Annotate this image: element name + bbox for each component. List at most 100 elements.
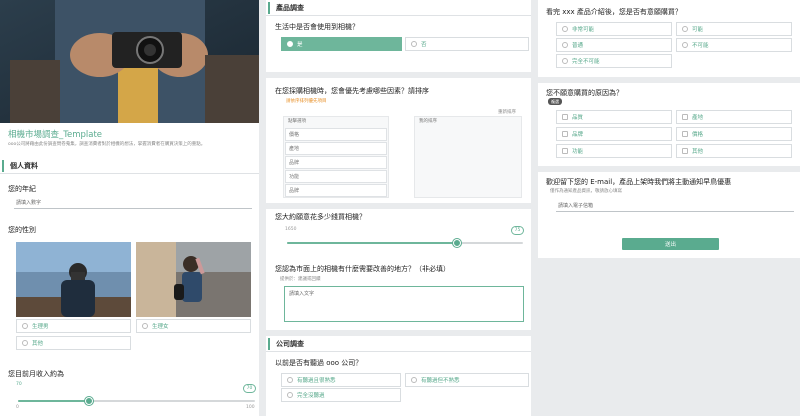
option-label: 普通 bbox=[572, 43, 584, 49]
form-panel-1: 相機市場調查_Template ooo公司將藉由此份調查問卷蒐集，調查消費者對於… bbox=[0, 0, 259, 416]
option-label: 功能 bbox=[572, 149, 584, 155]
male-photo bbox=[16, 242, 131, 317]
form-title: 相機市場調查_Template bbox=[8, 130, 103, 140]
intent-option[interactable]: 不可能 bbox=[676, 38, 792, 52]
radio-icon bbox=[682, 26, 688, 32]
budget-slider[interactable] bbox=[287, 239, 523, 247]
improve-textarea[interactable]: 請填入文字 bbox=[284, 286, 524, 322]
reason-option[interactable]: 品質 bbox=[556, 110, 672, 124]
gender-option-other[interactable]: 其他 bbox=[16, 336, 131, 350]
option-label: 可能 bbox=[692, 27, 704, 33]
radio-icon bbox=[411, 377, 417, 383]
use-camera-no[interactable]: 否 bbox=[405, 37, 529, 51]
reason-option[interactable]: 價格 bbox=[676, 127, 792, 141]
intent-option[interactable]: 普通 bbox=[556, 38, 672, 52]
rank-item-label: 品牌 bbox=[289, 188, 300, 194]
option-label: 非常可能 bbox=[572, 27, 595, 33]
age-question: 您的年紀 bbox=[8, 185, 36, 193]
rank-source-header: 點擊選項 bbox=[288, 119, 306, 124]
option-label: 品質 bbox=[572, 115, 584, 121]
section-bar bbox=[2, 159, 4, 172]
radio-icon bbox=[22, 340, 28, 346]
radio-icon bbox=[287, 377, 293, 383]
female-photo bbox=[136, 242, 251, 317]
checkbox-icon bbox=[682, 131, 688, 137]
intent-option[interactable]: 完全不可能 bbox=[556, 54, 672, 68]
income-slider[interactable] bbox=[18, 397, 255, 405]
company-option-familiar[interactable]: 有聽過且很熟悉 bbox=[281, 373, 401, 387]
section-bar bbox=[268, 1, 270, 14]
budget-slider-knob[interactable] bbox=[452, 239, 461, 247]
rank-reset-button[interactable]: 重新排序 bbox=[498, 109, 516, 115]
rank-hint: 請依序排列優先項目 bbox=[286, 99, 327, 104]
radio-icon bbox=[287, 392, 293, 398]
rank-item-label: 功能 bbox=[289, 174, 300, 180]
submit-button[interactable]: 送出 bbox=[622, 238, 719, 250]
option-label: 完全不可能 bbox=[572, 59, 600, 65]
income-max: 100 bbox=[246, 405, 255, 410]
income-min: 0 bbox=[16, 405, 19, 410]
rank-item-label: 價格 bbox=[289, 132, 300, 138]
radio-icon bbox=[22, 323, 28, 329]
reason-option[interactable]: 產地 bbox=[676, 110, 792, 124]
radio-icon bbox=[562, 58, 568, 64]
email-input[interactable]: 請填入電子信箱 bbox=[556, 199, 794, 212]
reason-option[interactable]: 功能 bbox=[556, 144, 672, 158]
rank-question: 在您採購相機時，您會優先考慮哪些因素？請排序 bbox=[275, 87, 429, 95]
divider bbox=[266, 72, 531, 78]
rank-item[interactable]: 品牌 bbox=[285, 184, 387, 197]
radio-icon bbox=[562, 42, 568, 48]
reason-question: 您不願意購買的原因為？ bbox=[546, 89, 623, 97]
age-input[interactable]: 請填入數字 bbox=[14, 196, 252, 209]
rank-item[interactable]: 功能 bbox=[285, 170, 387, 183]
form-panel-2: 產品調查 生活中是否會使用到相機？ 是 否 在您採購相機時，您會優先考慮哪些因素… bbox=[266, 0, 531, 416]
company-option-never[interactable]: 完全沒聽過 bbox=[281, 388, 401, 402]
section-title: 產品調查 bbox=[276, 3, 304, 12]
pill-value: 75 bbox=[514, 228, 521, 233]
section-title: 公司調查 bbox=[276, 339, 304, 348]
budget-value-pill: 75 bbox=[511, 226, 524, 235]
income-value-label: 70 bbox=[16, 382, 22, 387]
intent-option[interactable]: 非常可能 bbox=[556, 22, 672, 36]
radio-icon bbox=[287, 41, 293, 47]
option-label: 品牌 bbox=[572, 132, 584, 138]
option-label: 產地 bbox=[692, 115, 704, 121]
section-bar bbox=[268, 337, 270, 350]
rank-item-label: 品牌 bbox=[289, 160, 300, 166]
company-question: 以前是否有聽過 ooo 公司？ bbox=[275, 359, 363, 367]
rank-target-list[interactable] bbox=[414, 116, 522, 198]
option-label: 生理女 bbox=[152, 324, 169, 330]
form-panel-3: 看完 xxx 產品介紹後，您是否有意願購買？ 非常可能 可能 普通 不可能 完全… bbox=[538, 0, 800, 258]
budget-question: 您大約願意花多少錢買相機？ bbox=[275, 213, 366, 221]
gender-option-male[interactable]: 生理男 bbox=[16, 319, 131, 333]
reason-option[interactable]: 其他 bbox=[676, 144, 792, 158]
reason-option[interactable]: 品牌 bbox=[556, 127, 672, 141]
intent-option[interactable]: 可能 bbox=[676, 22, 792, 36]
section-product: 產品調查 bbox=[266, 0, 531, 16]
option-label: 完全沒聽過 bbox=[297, 393, 325, 399]
option-label: 是 bbox=[297, 42, 303, 48]
checkbox-icon bbox=[682, 114, 688, 120]
improve-question: 您認為市面上的相機有什麼需要改善的地方？（非必填） bbox=[275, 265, 450, 273]
option-label: 其他 bbox=[32, 341, 44, 347]
rank-item[interactable]: 產地 bbox=[285, 142, 387, 155]
section-title: 個人資料 bbox=[10, 161, 38, 170]
email-question: 歡迎留下您的 E-mail，產品上架時我們將主動通知早鳥優惠 bbox=[546, 178, 732, 186]
income-value-pill: 70 bbox=[243, 384, 256, 393]
section-company: 公司調查 bbox=[266, 336, 531, 352]
gender-option-female[interactable]: 生理女 bbox=[136, 319, 251, 333]
income-slider-knob[interactable] bbox=[85, 397, 94, 405]
company-option-heard[interactable]: 有聽過但不熟悉 bbox=[405, 373, 529, 387]
income-slider-fill bbox=[18, 400, 90, 402]
option-label: 其他 bbox=[692, 149, 704, 155]
radio-icon bbox=[142, 323, 148, 329]
option-label: 有聽過且很熟悉 bbox=[297, 378, 336, 384]
use-camera-yes[interactable]: 是 bbox=[281, 37, 402, 51]
hero-camera-image bbox=[0, 0, 259, 123]
rank-item[interactable]: 價格 bbox=[285, 128, 387, 141]
gender-question: 您的性別 bbox=[8, 226, 36, 234]
rank-item[interactable]: 品牌 bbox=[285, 156, 387, 169]
form-description: ooo公司將藉由此份調查問卷蒐集，調查消費者對於相機的想法，掌握消費者在購買決策… bbox=[8, 142, 206, 147]
rank-item-label: 產地 bbox=[289, 146, 300, 152]
pill-value: 70 bbox=[246, 386, 253, 391]
